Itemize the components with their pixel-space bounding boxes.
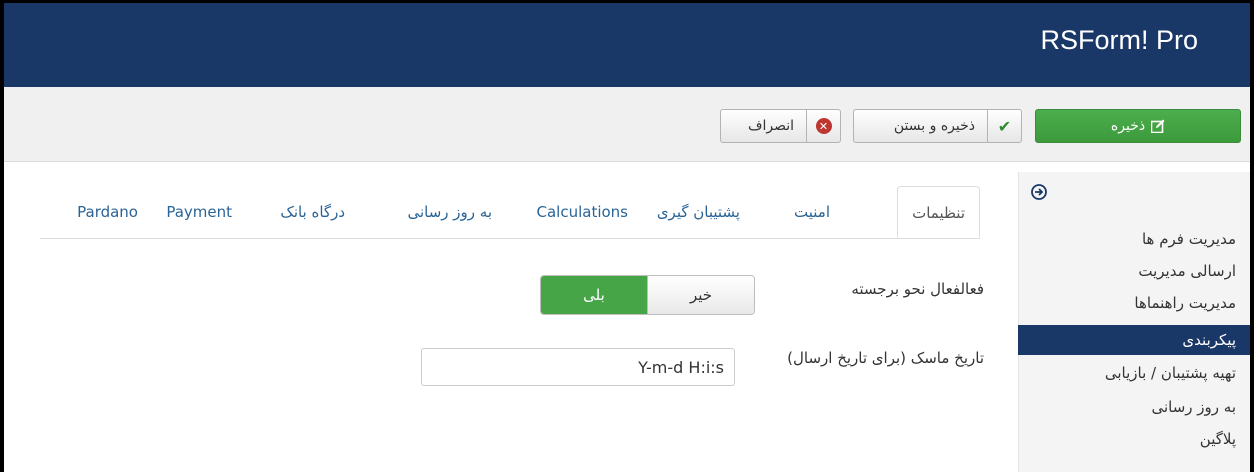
- edit-icon: [1151, 119, 1165, 133]
- sidebar: مدیریت فرم ها ارسالی مدیریت مدیریت راهنم…: [1018, 172, 1250, 472]
- tab-payment[interactable]: Payment: [166, 186, 232, 238]
- date-mask-label: تاریخ ماسک (برای تاریخ ارسال): [787, 349, 984, 367]
- sidebar-item-directories[interactable]: مدیریت راهنماها: [1018, 288, 1250, 318]
- tab-calculations[interactable]: Calculations: [537, 186, 629, 238]
- sidebar-item-configuration[interactable]: پیکربندی: [1018, 325, 1250, 355]
- tab-security[interactable]: امنیت: [794, 186, 830, 238]
- toggle-yes-button[interactable]: بلی: [541, 276, 647, 314]
- tab-backup[interactable]: پشتیبان گیری: [657, 186, 740, 238]
- bold-setting-label: فعالفعال نحو برجسته: [851, 280, 984, 298]
- save-button[interactable]: ذخیره: [1035, 109, 1241, 143]
- close-circle-icon: ✕: [806, 110, 840, 142]
- brand-title: RSForm! Pro: [1040, 25, 1198, 55]
- toolbar: ذخیره ✔ ذخیره و بستن ✕ انصراف: [4, 87, 1250, 162]
- sidebar-item-forms[interactable]: مدیریت فرم ها: [1018, 224, 1250, 254]
- arrow-right-circle-icon[interactable]: [1031, 184, 1047, 200]
- cancel-button[interactable]: ✕ انصراف: [720, 109, 841, 143]
- sidebar-item-backup-restore[interactable]: تهیه پشتیبان / بازیابی: [1018, 358, 1250, 388]
- sidebar-item-plugins[interactable]: پلاگین: [1018, 424, 1250, 454]
- tab-pardano[interactable]: Pardano: [77, 186, 138, 238]
- sidebar-item-submissions[interactable]: ارسالی مدیریت: [1018, 256, 1250, 286]
- save-button-label: ذخیره: [1110, 118, 1146, 134]
- toggle-no-button[interactable]: خیر: [647, 276, 754, 314]
- date-mask-input[interactable]: [421, 348, 735, 386]
- tab-bank-gateway[interactable]: درگاه بانک: [280, 186, 345, 238]
- app-header: RSForm! Pro: [4, 3, 1250, 87]
- cancel-label: انصراف: [747, 118, 794, 134]
- tab-settings[interactable]: تنظیمات: [897, 186, 980, 238]
- tab-bar: تنظیمات امنیت پشتیبان گیری Calculations …: [40, 186, 980, 238]
- save-close-button[interactable]: ✔ ذخیره و بستن: [853, 109, 1022, 143]
- bold-toggle: بلی خیر: [540, 275, 755, 315]
- check-icon: ✔: [987, 110, 1021, 142]
- sidebar-item-updates[interactable]: به روز رسانی: [1018, 392, 1250, 422]
- save-close-label: ذخیره و بستن: [893, 118, 975, 134]
- tab-updates[interactable]: به روز رسانی: [407, 186, 492, 238]
- tab-divider: [40, 238, 980, 239]
